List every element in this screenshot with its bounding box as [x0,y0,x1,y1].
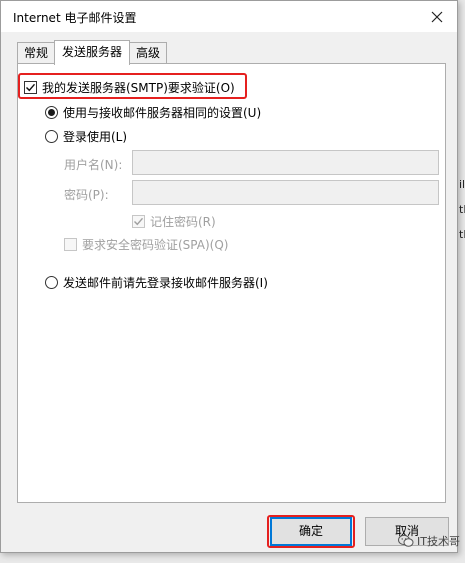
smtp-auth-label: 我的发送服务器(SMTP)要求验证(O) [42,81,235,95]
dialog-title: Internet 电子邮件设置 [13,11,137,25]
background-fragment: tlo [459,228,465,241]
close-icon [431,11,443,22]
tab-advanced[interactable]: 高级 [129,42,168,64]
password-input[interactable] [132,180,439,205]
require-spa-label: 要求安全密码验证(SPA)(Q) [82,238,229,252]
tab-general[interactable]: 常规 [17,42,56,64]
username-input[interactable] [132,150,439,175]
login-using-radio[interactable] [45,130,58,143]
remember-password-row[interactable]: 记住密码(R) [132,213,216,230]
wechat-icon [398,534,414,547]
password-label: 密码(P): [64,188,109,202]
username-label: 用户名(N): [64,158,123,172]
checkmark-icon [26,83,36,92]
watermark: IT技术哥 [398,533,460,549]
same-as-incoming-radio[interactable] [45,106,58,119]
remember-password-label: 记住密码(R) [150,215,216,229]
login-using-label: 登录使用(L) [63,130,128,144]
login-incoming-first-radio-row[interactable]: 发送邮件前请先登录接收邮件服务器(I) [45,274,268,291]
watermark-text: IT技术哥 [417,535,460,548]
checkmark-icon [134,217,144,226]
background-fragment: tlo [459,203,465,216]
ok-button[interactable]: 确定 [270,517,352,546]
close-button[interactable] [417,1,457,32]
title-bar: Internet 电子邮件设置 [1,1,457,32]
tab-strip: 常规 发送服务器 高级 [17,40,168,65]
login-incoming-first-radio[interactable] [45,276,58,289]
background-fragment: ilo [459,178,465,191]
smtp-auth-checkbox[interactable] [24,81,37,94]
same-as-incoming-radio-row[interactable]: 使用与接收邮件服务器相同的设置(U) [45,104,261,121]
same-as-incoming-label: 使用与接收邮件服务器相同的设置(U) [63,106,262,120]
tab-outgoing-server[interactable]: 发送服务器 [54,40,131,65]
login-using-radio-row[interactable]: 登录使用(L) [45,128,127,145]
require-spa-checkbox[interactable] [64,238,77,251]
require-spa-row[interactable]: 要求安全密码验证(SPA)(Q) [64,236,228,253]
remember-password-checkbox[interactable] [132,215,145,228]
login-incoming-first-label: 发送邮件前请先登录接收邮件服务器(I) [63,276,268,290]
smtp-auth-checkbox-row[interactable]: 我的发送服务器(SMTP)要求验证(O) [24,79,235,96]
